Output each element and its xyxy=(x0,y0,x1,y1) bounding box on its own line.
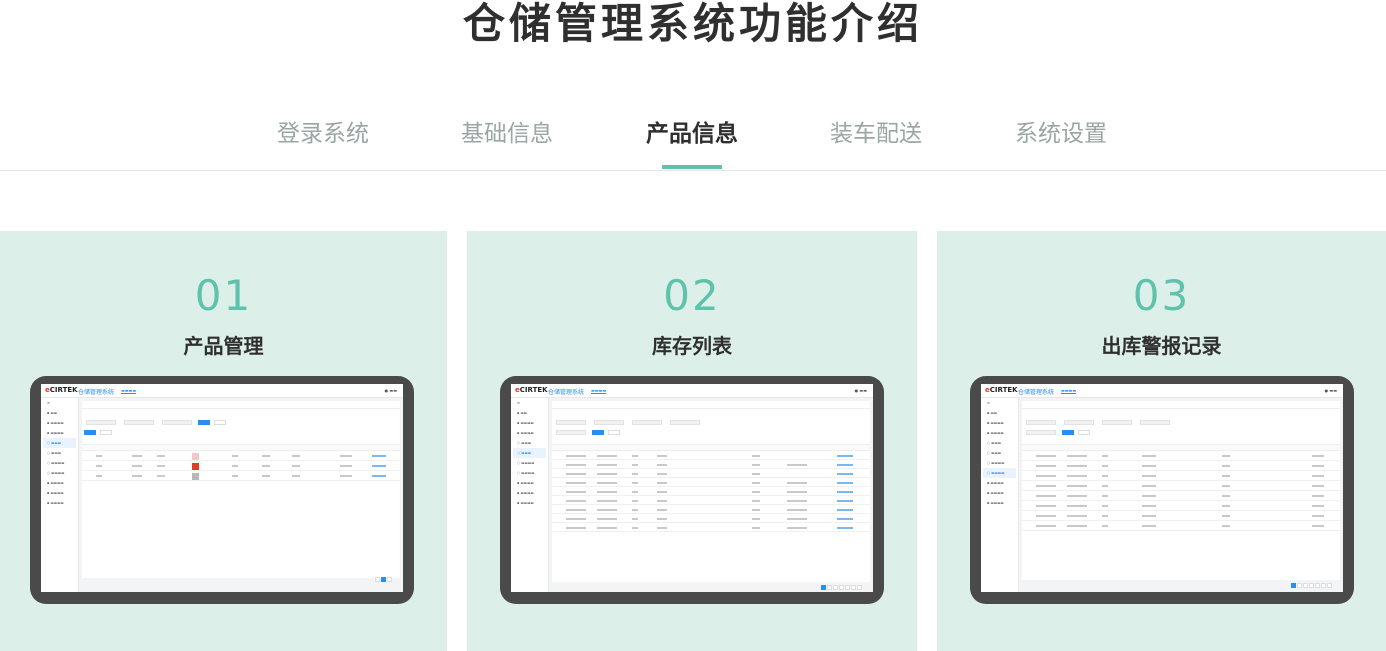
feature-tabs: 登录系统 基础信息 产品信息 装车配送 系统设置 xyxy=(0,110,1386,170)
card-title: 库存列表 xyxy=(652,334,732,358)
tab-system-settings[interactable]: 系统设置 xyxy=(981,114,1141,148)
tablet-screenshot: eCIRTEK 仓储管理系统 ▬▬▬▬ ● ▬▬ ≡ ▪ ▬▬ ▪ ▬▬▬▬ ▪ ▬▬▬▬ … xyxy=(500,376,884,604)
tab-loading-delivery[interactable]: 装车配送 xyxy=(796,114,956,148)
card-title: 出库警报记录 xyxy=(1101,334,1222,358)
feature-card-product-management[interactable]: 01 产品管理 eCIRTEK 仓储管理系统 ▬▬▬▬ ● ▬▬ ≡ ▪ ▬▬ ▪ ▬▬▬… xyxy=(0,231,447,651)
card-title: 产品管理 xyxy=(183,334,264,358)
app-preview: eCIRTEK 仓储管理系统 ▬▬▬▬ ● ▬▬ ≡ ▪ ▬▬ ▪ ▬▬▬▬ ▪ ▬▬▬▬ … xyxy=(41,384,403,592)
tab-basic-info[interactable]: 基础信息 xyxy=(427,114,587,148)
app-preview: eCIRTEK 仓储管理系统 ▬▬▬▬ ● ▬▬ ≡ ▪ ▬▬ ▪ ▬▬▬▬ ▪ ▬▬▬▬ … xyxy=(511,384,873,592)
app-preview: eCIRTEK 仓储管理系统 ▬▬▬▬ ● ▬▬ ≡ ▪ ▬▬ ▪ ▬▬▬▬ ▪ ▬▬▬▬ … xyxy=(981,384,1343,592)
tab-login-system[interactable]: 登录系统 xyxy=(243,114,403,148)
card-number: 03 xyxy=(1132,271,1191,320)
feature-card-outbound-alert-records[interactable]: 03 出库警报记录 eCIRTEK 仓储管理系统 ▬▬▬▬ ● ▬▬ ≡ ▪ ▬▬ ▪ ▬… xyxy=(937,231,1386,651)
card-number: 02 xyxy=(663,271,721,320)
tablet-screenshot: eCIRTEK 仓储管理系统 ▬▬▬▬ ● ▬▬ ≡ ▪ ▬▬ ▪ ▬▬▬▬ ▪ ▬▬▬▬ … xyxy=(30,376,414,604)
feature-card-inventory-list[interactable]: 02 库存列表 eCIRTEK 仓储管理系统 ▬▬▬▬ ● ▬▬ ≡ ▪ ▬▬ ▪ ▬▬▬… xyxy=(467,231,917,651)
card-number: 01 xyxy=(194,271,253,320)
tabs-divider xyxy=(0,170,1386,171)
tab-product-info[interactable]: 产品信息 xyxy=(612,114,772,148)
page-title: 仓储管理系统功能介绍 xyxy=(462,0,923,48)
tablet-screenshot: eCIRTEK 仓储管理系统 ▬▬▬▬ ● ▬▬ ≡ ▪ ▬▬ ▪ ▬▬▬▬ ▪ ▬▬▬▬ … xyxy=(970,376,1354,604)
active-tab-indicator xyxy=(662,165,722,169)
